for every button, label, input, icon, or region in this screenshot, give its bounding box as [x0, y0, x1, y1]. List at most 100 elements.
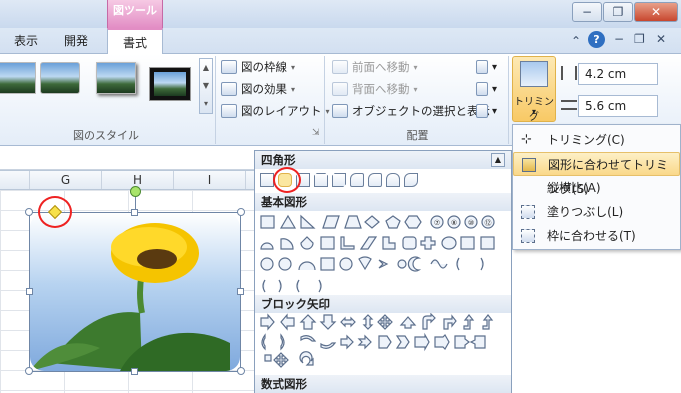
chevron-down-icon: ▾	[531, 107, 536, 116]
selection-pane-button[interactable]: オブジェクトの選択と表示	[332, 101, 490, 121]
resize-handle-ne[interactable]	[237, 208, 245, 216]
width-icon	[561, 100, 577, 110]
annotation-circle	[38, 196, 72, 228]
picture-style-thumb-2[interactable]	[40, 62, 80, 94]
round-single-corner-shape[interactable]	[368, 173, 382, 187]
resize-handle-sw[interactable]	[25, 367, 33, 375]
resize-handle-se[interactable]	[237, 367, 245, 375]
column-header-prev[interactable]	[0, 171, 30, 189]
send-backward-icon	[332, 82, 348, 96]
menu-item-fit[interactable]: 枠に合わせる(T)	[513, 224, 680, 248]
chevron-down-icon: ▾	[413, 62, 418, 72]
window-minimize-button[interactable]: −	[572, 2, 602, 22]
rectangle-shape[interactable]	[260, 173, 274, 187]
column-header-row: G H I	[0, 170, 254, 190]
tab-developer[interactable]: 開発	[58, 28, 94, 54]
send-backward-button[interactable]: 背面へ移動 ▾	[332, 79, 418, 99]
annotation-circle	[273, 167, 301, 193]
basic-shape-number-8: ⑧	[451, 219, 457, 227]
crop-button[interactable]: トリミング ▾	[512, 56, 556, 123]
column-header-g[interactable]: G	[30, 171, 102, 189]
chevron-down-icon: ▾	[291, 84, 296, 94]
picture-tools-context-label: 図ツール	[107, 0, 163, 28]
fill-icon	[521, 205, 535, 219]
tab-view[interactable]: 表示	[8, 28, 44, 54]
group-separator	[508, 56, 509, 144]
picture-style-thumb-3[interactable]	[96, 62, 136, 94]
doc-restore-icon[interactable]: ❐	[634, 32, 645, 46]
chevron-down-icon: ▾	[291, 62, 296, 72]
group-button[interactable]: ▾	[476, 79, 497, 99]
rotate-button[interactable]: ▾	[476, 101, 497, 121]
menu-item-aspect-ratio[interactable]: 縦横比(A)	[513, 176, 680, 200]
resize-handle-s[interactable]	[131, 368, 138, 375]
resize-handle-e[interactable]	[237, 288, 244, 295]
gallery-section-basic: 基本図形	[255, 193, 511, 211]
resize-handle-w[interactable]	[26, 288, 33, 295]
bring-forward-icon	[332, 60, 348, 74]
resize-handle-nw[interactable]	[25, 208, 33, 216]
picture-layout-button[interactable]: 図のレイアウト ▾	[221, 101, 330, 121]
bring-forward-label: 前面へ移動	[352, 60, 410, 74]
selection-frame	[29, 212, 241, 372]
layout-icon	[221, 104, 237, 118]
gallery-scroll-up[interactable]: ▲	[491, 153, 505, 167]
basic-shape-number-7: ⑦	[434, 219, 440, 227]
ribbon-collapse-icon[interactable]: ⌃	[571, 34, 581, 48]
help-icon[interactable]: ?	[588, 31, 605, 48]
picture-layout-label: 図のレイアウト	[241, 104, 322, 118]
rotation-handle[interactable]	[130, 186, 141, 197]
style-gallery-scroll[interactable]: ▲ ▼ ▾	[199, 58, 213, 114]
arrange-group-label: 配置	[406, 129, 429, 142]
crop-dropdown-menu: ⊹ トリミング(C) 図形に合わせてトリミング(S) 縦横比(A) 塗りつぶし(…	[512, 124, 681, 250]
send-backward-label: 背面へ移動	[352, 82, 410, 96]
shape-gallery: 四角形 ▲ 基本図形 ⑦ ⑧ ⑩ ⑫ ブロック矢印 数式図形	[254, 150, 512, 393]
picture-border-button[interactable]: 図の枠線 ▾	[221, 57, 295, 77]
round-diagonal-shape[interactable]	[404, 173, 418, 187]
formula-bar[interactable]	[0, 146, 254, 170]
block-arrows-grid[interactable]	[259, 313, 503, 375]
align-icon	[476, 60, 488, 74]
menu-item-fill[interactable]: 塗りつぶし(L)	[513, 200, 680, 224]
menu-item-crop[interactable]: ⊹ トリミング(C)	[513, 128, 680, 152]
picture-effects-label: 図の効果	[241, 82, 287, 96]
selection-pane-icon	[332, 104, 348, 118]
menu-item-fill-label: 塗りつぶし(L)	[547, 205, 624, 219]
menu-item-crop-label: トリミング(C)	[547, 133, 625, 147]
doc-close-icon[interactable]: ✕	[656, 32, 666, 46]
round-same-side-shape[interactable]	[386, 173, 400, 187]
gallery-section-rectangles: 四角形	[255, 151, 511, 169]
dialog-launcher-icon[interactable]: ⇲	[312, 128, 320, 138]
chevron-down-icon: ▾	[325, 106, 330, 116]
group-separator	[215, 56, 216, 144]
menu-item-fit-label: 枠に合わせる(T)	[547, 229, 636, 243]
doc-minimize-icon[interactable]: −	[614, 32, 624, 46]
column-header-i[interactable]: I	[174, 171, 246, 189]
chevron-down-icon: ▾	[413, 84, 418, 94]
crop-tool-icon: ⊹	[521, 132, 532, 147]
window-close-button[interactable]: ✕	[634, 2, 678, 22]
menu-item-aspect-ratio-label: 縦横比(A)	[547, 181, 601, 195]
fit-icon	[521, 229, 535, 243]
basic-shapes-grid[interactable]: ⑦ ⑧ ⑩ ⑫	[259, 213, 503, 295]
window-restore-button[interactable]: ❐	[603, 2, 633, 22]
height-input[interactable]: 4.2 cm	[578, 63, 658, 85]
pencil-border-icon	[221, 60, 237, 74]
align-button[interactable]: ▾	[476, 57, 497, 77]
bring-forward-button[interactable]: 前面へ移動 ▾	[332, 57, 418, 77]
resize-handle-n[interactable]	[131, 209, 138, 216]
picture-effects-button[interactable]: 図の効果 ▾	[221, 79, 295, 99]
menu-item-crop-to-shape[interactable]: 図形に合わせてトリミング(S)	[513, 152, 680, 196]
snip-same-side-shape[interactable]	[314, 173, 328, 187]
snip-diagonal-shape[interactable]	[332, 173, 346, 187]
group-icon	[476, 82, 488, 96]
picture-style-thumb-4[interactable]	[150, 68, 190, 100]
snip-round-shape[interactable]	[350, 173, 364, 187]
picture-style-thumb-1[interactable]	[0, 62, 36, 94]
width-input[interactable]: 5.6 cm	[578, 95, 658, 117]
basic-shape-number-10: ⑩	[468, 219, 474, 227]
crop-icon	[520, 61, 548, 87]
gallery-section-block-arrows: ブロック矢印	[255, 295, 511, 313]
tab-format[interactable]: 書式	[107, 28, 163, 55]
selection-pane-label: オブジェクトの選択と表示	[352, 104, 490, 118]
